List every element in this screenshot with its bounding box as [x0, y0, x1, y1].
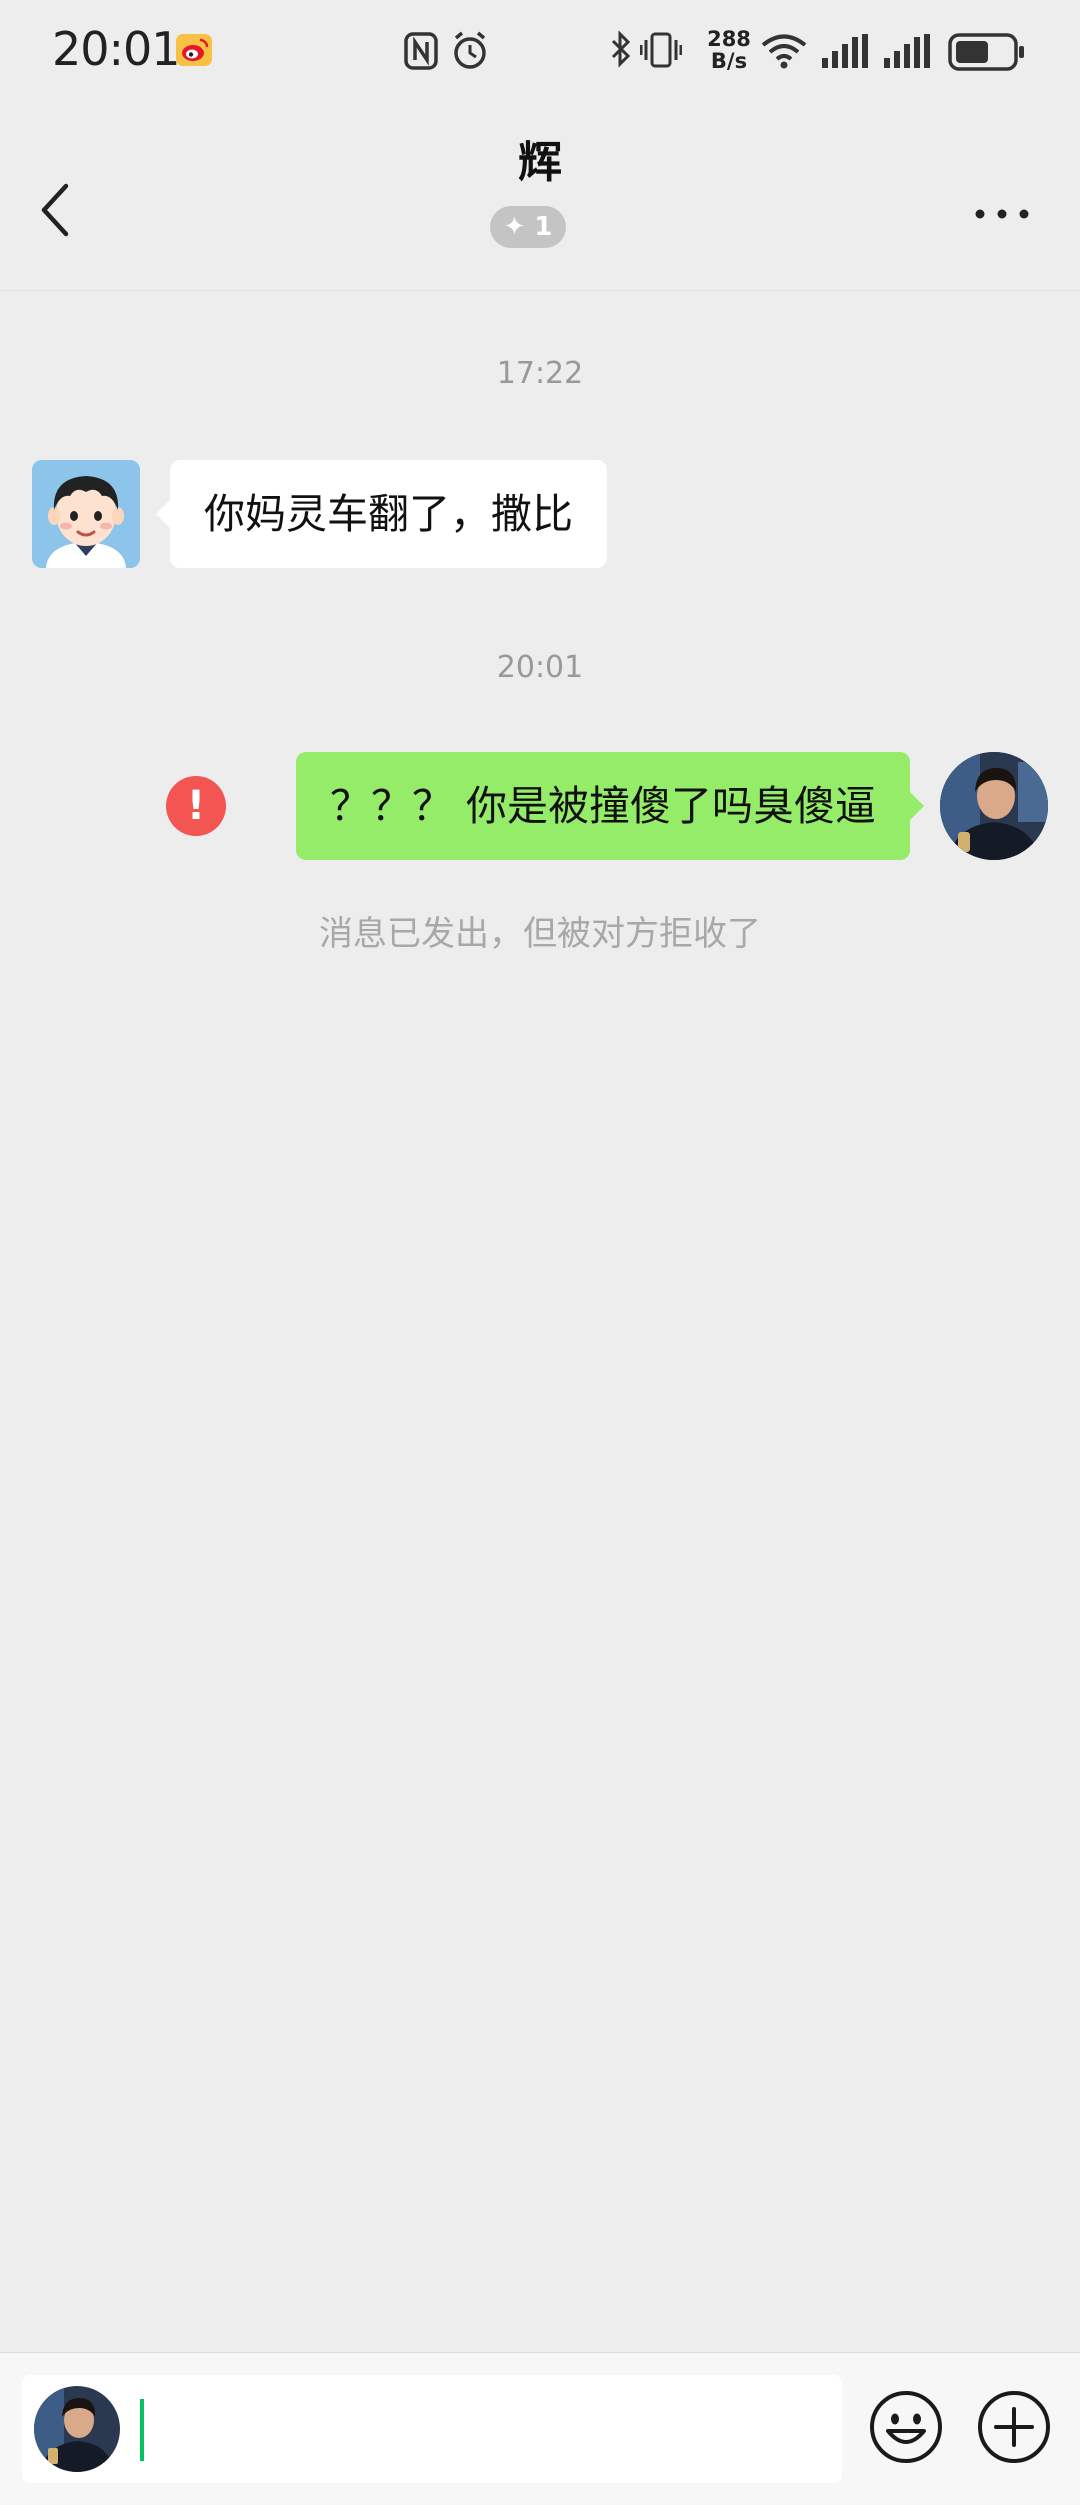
- input-bar: [0, 2352, 1080, 2505]
- rejected-notice: 消息已发出，但被对方拒收了: [319, 914, 761, 954]
- cartoon-boy-avatar[interactable]: [32, 460, 140, 568]
- bubble-tail: [156, 500, 170, 528]
- emoji-icon[interactable]: [868, 2389, 944, 2465]
- unread-badge[interactable]: ✦ 1: [490, 206, 566, 248]
- status-bar: 20:01 288 B/s: [0, 0, 1080, 100]
- text-cursor: [140, 2399, 144, 2461]
- weibo-icon: [176, 34, 212, 66]
- more-dots-icon[interactable]: [972, 204, 1032, 224]
- vibrate-icon: [640, 32, 682, 68]
- timestamp: 17:22: [496, 356, 584, 391]
- battery-icon: [948, 33, 1024, 71]
- status-time: 20:01: [52, 22, 181, 76]
- wifi-icon: [761, 34, 807, 69]
- net-speed: 288 B/s: [707, 27, 751, 73]
- chat-title[interactable]: 辉: [0, 126, 1080, 190]
- signal-icon: [822, 34, 868, 68]
- chat-header: 辉 ✦ 1: [0, 100, 1080, 291]
- timestamp: 20:01: [496, 650, 584, 685]
- nfc-alarm-icons: [404, 31, 486, 70]
- user-photo-avatar: [34, 2386, 120, 2472]
- bubble-tail: [910, 792, 924, 820]
- message-bubble-incoming[interactable]: 你妈灵车翻了，撒比: [170, 460, 607, 568]
- error-icon[interactable]: !: [166, 776, 226, 836]
- user-photo-avatar[interactable]: [940, 752, 1048, 860]
- status-icons-right: 288 B/s: [608, 26, 1028, 76]
- avatar-image: [32, 460, 140, 568]
- message-input[interactable]: [22, 2375, 842, 2483]
- plus-circle-icon[interactable]: [976, 2389, 1052, 2465]
- signal-icon: [884, 34, 930, 68]
- message-bubble-outgoing[interactable]: ？？？ 你是被撞傻了吗臭傻逼: [295, 752, 910, 860]
- avatar-image: [34, 2386, 120, 2472]
- avatar-image: [940, 752, 1048, 860]
- nfc-icon: [404, 32, 438, 70]
- bluetooth-icon: [611, 30, 631, 68]
- alarm-icon: [454, 31, 486, 69]
